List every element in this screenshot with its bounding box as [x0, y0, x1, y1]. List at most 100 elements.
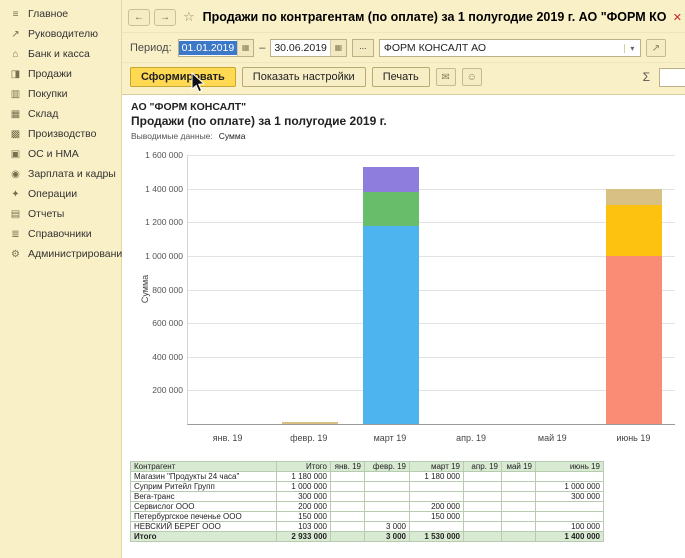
amount-cell[interactable]: 150 000 [277, 512, 331, 522]
mail-icon[interactable]: ✉ [436, 68, 456, 86]
contractor-cell[interactable]: Суприм Ритейл Групп [131, 482, 277, 492]
close-icon[interactable]: ✕ [673, 11, 682, 24]
chevron-down-icon[interactable]: ▾ [624, 44, 640, 53]
column-header[interactable]: Итого [277, 462, 331, 472]
bar-segment[interactable] [363, 167, 419, 192]
sidebar-item-rukovoditelyu[interactable]: ↗Руководителю [0, 24, 121, 44]
sidebar-item-zarplata-i-kadry[interactable]: ◉Зарплата и кадры [0, 164, 121, 184]
column-header[interactable]: апр. 19 [464, 462, 502, 472]
amount-cell[interactable] [502, 522, 536, 532]
sidebar-item-bank-i-kassa[interactable]: ⌂Банк и касса [0, 44, 121, 64]
amount-cell[interactable]: 103 000 [277, 522, 331, 532]
amount-cell[interactable] [331, 502, 365, 512]
amount-cell[interactable] [365, 482, 410, 492]
amount-cell[interactable]: 300 000 [277, 492, 331, 502]
date-from-value[interactable]: 01.01.2019 [179, 41, 238, 55]
generate-button[interactable]: Сформировать [130, 67, 236, 87]
total-cell[interactable]: 1 400 000 [536, 532, 604, 542]
sum-field[interactable] [659, 68, 685, 87]
column-header[interactable]: Контрагент [131, 462, 277, 472]
amount-cell[interactable]: 300 000 [536, 492, 604, 502]
period-more-button[interactable]: ... [352, 39, 374, 57]
amount-cell[interactable] [365, 512, 410, 522]
amount-cell[interactable] [410, 482, 464, 492]
amount-cell[interactable] [331, 472, 365, 482]
contractor-cell[interactable]: Вега-транс [131, 492, 277, 502]
amount-cell[interactable] [464, 492, 502, 502]
amount-cell[interactable]: 1 000 000 [277, 482, 331, 492]
bar-segment[interactable] [606, 189, 662, 206]
total-cell[interactable]: Итого [131, 532, 277, 542]
amount-cell[interactable]: 200 000 [410, 502, 464, 512]
calendar-icon[interactable]: ▦ [237, 40, 253, 56]
amount-cell[interactable] [502, 492, 536, 502]
contractor-cell[interactable]: НЕВСКИЙ БЕРЕГ ООО [131, 522, 277, 532]
date-from-field[interactable]: 01.01.2019 ▦ [178, 39, 255, 57]
amount-cell[interactable] [502, 472, 536, 482]
amount-cell[interactable] [331, 522, 365, 532]
amount-cell[interactable] [365, 502, 410, 512]
amount-cell[interactable] [331, 492, 365, 502]
bar-segment[interactable] [363, 226, 419, 424]
amount-cell[interactable] [464, 482, 502, 492]
sidebar-item-prodazhi[interactable]: ◨Продажи [0, 64, 121, 84]
amount-cell[interactable] [502, 512, 536, 522]
amount-cell[interactable] [536, 502, 604, 512]
amount-cell[interactable]: 1 000 000 [536, 482, 604, 492]
total-cell[interactable]: 2 933 000 [277, 532, 331, 542]
bar-segment[interactable] [606, 256, 662, 424]
amount-cell[interactable] [410, 522, 464, 532]
sidebar-item-spravochniki[interactable]: ≣Справочники [0, 224, 121, 244]
amount-cell[interactable]: 200 000 [277, 502, 331, 512]
sum-sigma-icon[interactable]: Σ [643, 70, 650, 84]
column-header[interactable]: март 19 [410, 462, 464, 472]
sidebar-item-proizvodstvo[interactable]: ▩Производство [0, 124, 121, 144]
column-header[interactable]: июнь 19 [536, 462, 604, 472]
show-settings-button[interactable]: Показать настройки [242, 67, 366, 87]
amount-cell[interactable]: 1 180 000 [277, 472, 331, 482]
bar-segment[interactable] [363, 192, 419, 226]
amount-cell[interactable] [365, 492, 410, 502]
favorite-star-icon[interactable]: ☆ [183, 9, 195, 25]
back-button[interactable]: ← [128, 9, 150, 26]
column-header[interactable]: февр. 19 [365, 462, 410, 472]
column-header[interactable]: янв. 19 [331, 462, 365, 472]
sidebar-item-sklad[interactable]: ▦Склад [0, 104, 121, 124]
amount-cell[interactable] [464, 522, 502, 532]
amount-cell[interactable] [464, 502, 502, 512]
org-open-button[interactable]: ↗ [646, 39, 666, 57]
amount-cell[interactable] [536, 472, 604, 482]
amount-cell[interactable] [365, 472, 410, 482]
sidebar-item-otchety[interactable]: ▤Отчеты [0, 204, 121, 224]
sidebar-item-os-i-nma[interactable]: ▣ОС и НМА [0, 144, 121, 164]
print-button[interactable]: Печать [372, 67, 430, 87]
sidebar-item-glavnoe[interactable]: ≡Главное [0, 4, 121, 24]
sidebar-item-administrirovanie[interactable]: ⚙Администрирование [0, 244, 121, 264]
total-cell[interactable] [502, 532, 536, 542]
sidebar-item-operacii[interactable]: ✦Операции [0, 184, 121, 204]
amount-cell[interactable] [536, 512, 604, 522]
amount-cell[interactable] [331, 512, 365, 522]
total-cell[interactable]: 1 530 000 [410, 532, 464, 542]
amount-cell[interactable] [331, 482, 365, 492]
contractor-cell[interactable]: Магазин "Продукты 24 часа" [131, 472, 277, 482]
forward-button[interactable]: → [154, 9, 176, 26]
calendar-icon[interactable]: ▦ [330, 40, 346, 56]
column-header[interactable]: май 19 [502, 462, 536, 472]
bar-segment[interactable] [282, 422, 338, 424]
date-to-field[interactable]: 30.06.2019 ▦ [270, 39, 347, 57]
bar-segment[interactable] [606, 205, 662, 255]
contractor-cell[interactable]: Сервислог ООО [131, 502, 277, 512]
amount-cell[interactable] [502, 482, 536, 492]
amount-cell[interactable] [464, 472, 502, 482]
amount-cell[interactable]: 100 000 [536, 522, 604, 532]
contractor-cell[interactable]: Петербургское печенье ООО [131, 512, 277, 522]
organization-combo[interactable]: ФОРМ КОНСАЛТ АО ▾ [379, 39, 641, 57]
sidebar-item-pokupki[interactable]: ▥Покупки [0, 84, 121, 104]
amount-cell[interactable] [410, 492, 464, 502]
amount-cell[interactable]: 3 000 [365, 522, 410, 532]
total-cell[interactable] [464, 532, 502, 542]
total-cell[interactable]: 3 000 [365, 532, 410, 542]
amount-cell[interactable] [464, 512, 502, 522]
feedback-icon[interactable]: ☺ [462, 68, 482, 86]
